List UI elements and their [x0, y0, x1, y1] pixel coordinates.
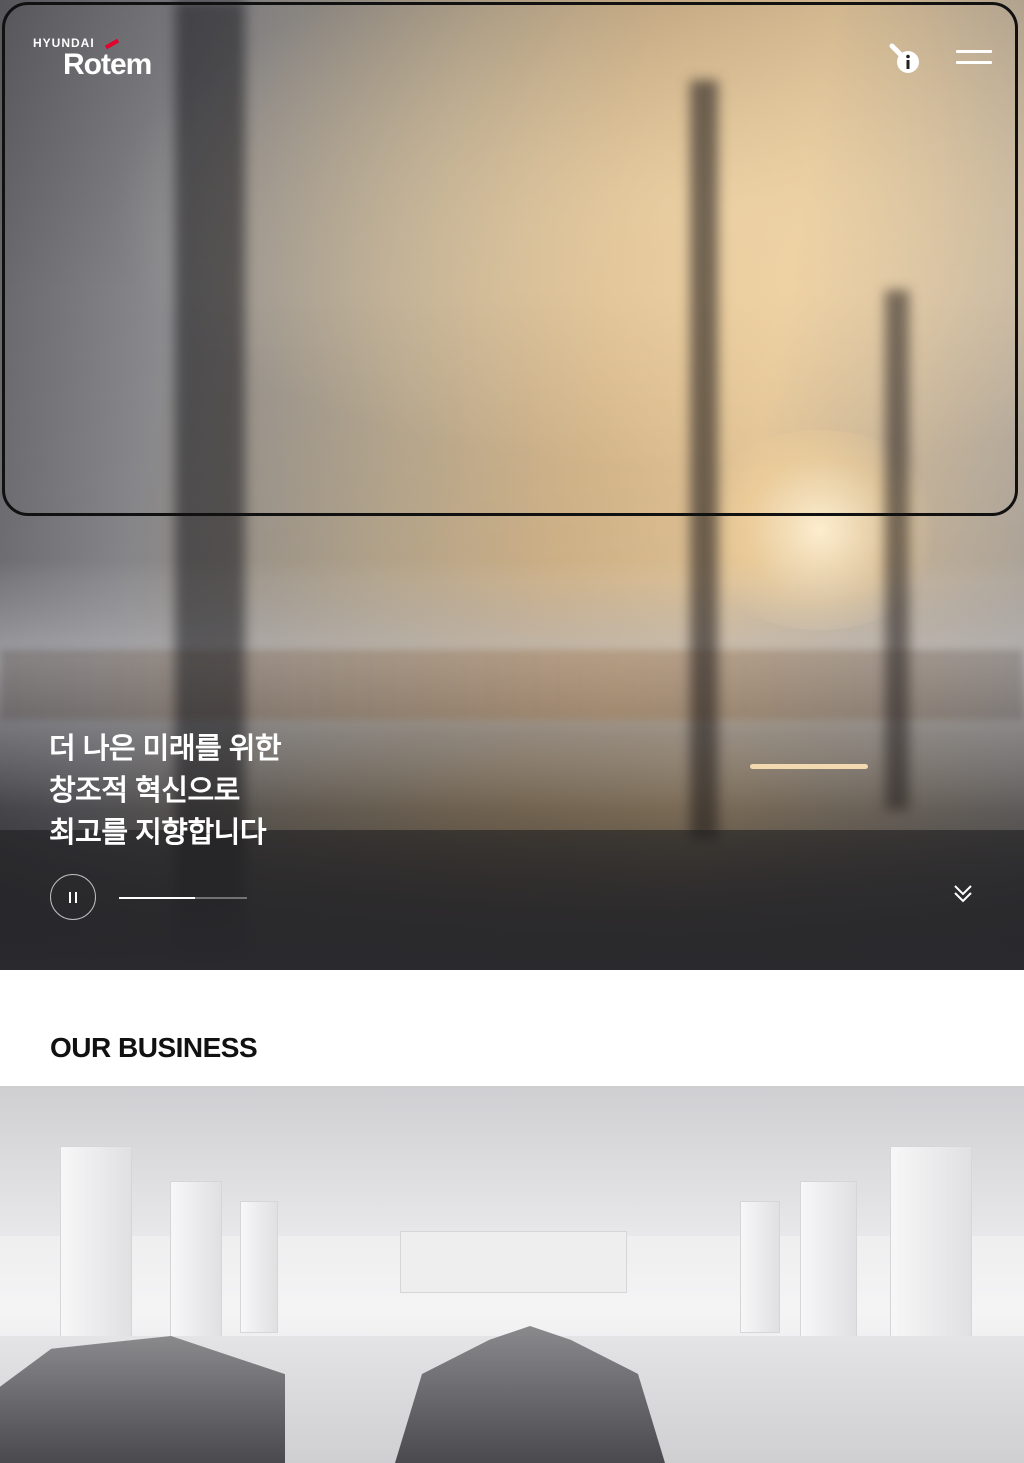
- business-image[interactable]: [0, 1086, 1024, 1463]
- hangar-ceiling: [0, 1086, 1024, 1236]
- key-info-icon[interactable]: [888, 40, 924, 76]
- headline-line-2: 창조적 혁신으로: [49, 775, 240, 807]
- hyundai-rotem-logo[interactable]: HYUNDAI Rotem: [33, 36, 152, 81]
- business-section-title: OUR BUSINESS: [50, 1032, 258, 1063]
- headline-line-3: 최고를 지향합니다: [49, 817, 267, 849]
- hero-train-windows: [0, 650, 1024, 720]
- logo-main-text: Rotem: [63, 48, 152, 81]
- hero-headline: 더 나은 미래를 위한 창조적 혁신으로 최고를 지향합니다: [49, 728, 282, 854]
- slide-progress-fill: [119, 897, 195, 899]
- slide-progress-bar: [119, 897, 247, 899]
- hero-blur-stripe: [690, 80, 718, 840]
- hangar-back-wall: [400, 1231, 627, 1293]
- hangar-pillar: [240, 1201, 278, 1333]
- hero-train-light: [750, 764, 868, 769]
- headline-line-1: 더 나은 미래를 위한: [49, 733, 282, 765]
- pause-button[interactable]: [50, 874, 96, 920]
- hero-section: HYUNDAI Rotem 더 나은 미래를 위한 창조적 혁신으로 최고를 지…: [0, 0, 1024, 970]
- double-chevron-down-icon[interactable]: [951, 882, 975, 906]
- menu-line: [956, 61, 992, 64]
- hamburger-menu-icon[interactable]: [956, 46, 994, 70]
- menu-line: [956, 50, 992, 53]
- hangar-pillar: [740, 1201, 780, 1333]
- hangar-pillar: [800, 1181, 857, 1353]
- hero-blur-stripe: [885, 290, 909, 810]
- hangar-pillar: [170, 1181, 222, 1353]
